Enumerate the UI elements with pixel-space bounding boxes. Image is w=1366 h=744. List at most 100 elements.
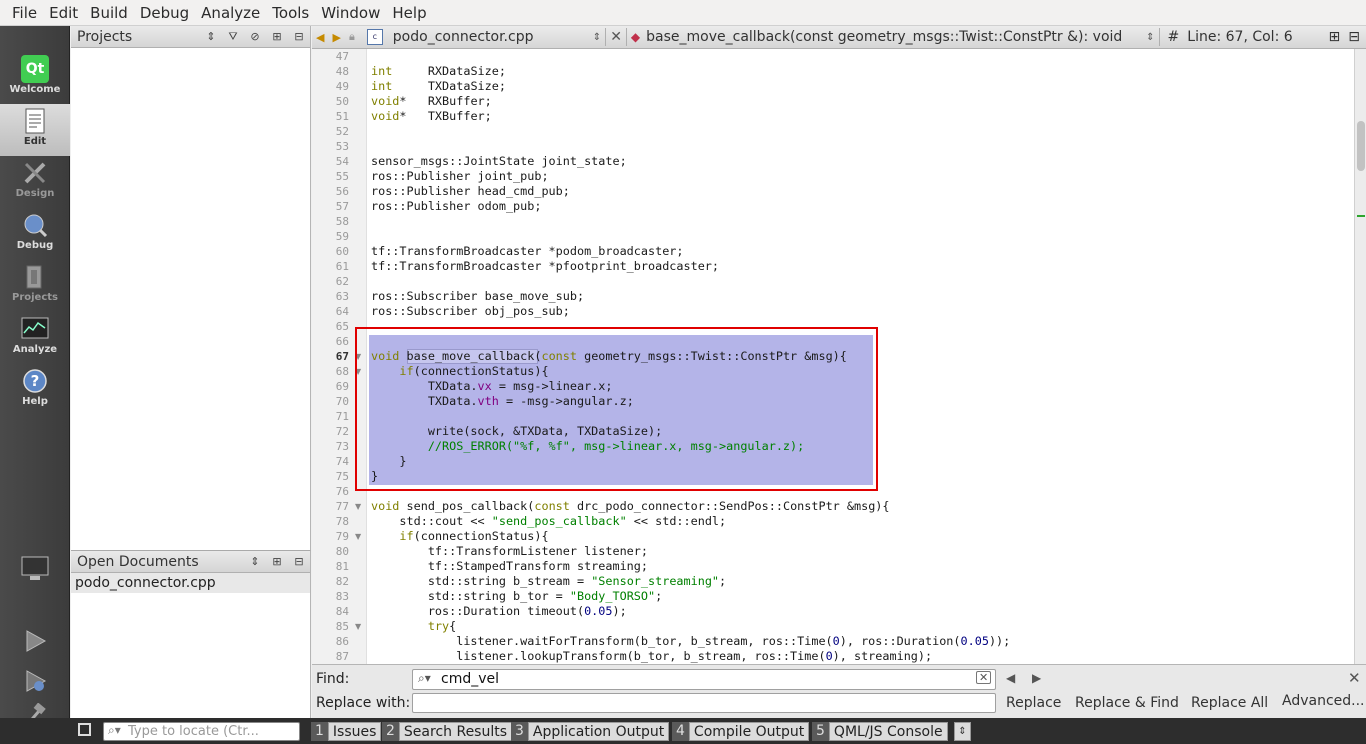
- close-find-icon[interactable]: ✕: [1348, 669, 1361, 687]
- line-number[interactable]: 79: [312, 529, 349, 544]
- menu-edit[interactable]: Edit: [43, 4, 84, 22]
- line-number[interactable]: 82: [312, 574, 349, 589]
- line-number[interactable]: 71: [312, 409, 349, 424]
- scrollbar-thumb[interactable]: [1357, 121, 1365, 171]
- line-number[interactable]: 52: [312, 124, 349, 139]
- line-number[interactable]: 60: [312, 244, 349, 259]
- link-icon[interactable]: ⊘: [244, 30, 266, 43]
- target-selector-icon[interactable]: [18, 554, 52, 584]
- filter-icon[interactable]: ⛛: [222, 30, 244, 44]
- code-line-81[interactable]: tf::StampedTransform streaming;: [371, 559, 648, 574]
- code-line-87[interactable]: listener.lookupTransform(b_tor, b_stream…: [371, 649, 932, 664]
- line-number[interactable]: 56: [312, 184, 349, 199]
- line-number[interactable]: 76: [312, 484, 349, 499]
- line-number[interactable]: 80: [312, 544, 349, 559]
- code-line-63[interactable]: ros::Subscriber base_move_sub;: [371, 289, 584, 304]
- code-line-77[interactable]: void send_pos_callback(const drc_podo_co…: [371, 499, 890, 514]
- menu-debug[interactable]: Debug: [134, 4, 195, 22]
- replace-button[interactable]: Replace: [1006, 695, 1061, 711]
- line-number[interactable]: 78: [312, 514, 349, 529]
- output-tab-search-results[interactable]: 2 Search Results: [382, 722, 513, 741]
- output-tab-application-output[interactable]: 3 Application Output: [511, 722, 670, 741]
- editor-scrollbar[interactable]: [1354, 49, 1366, 664]
- back-arrow-icon[interactable]: ◀: [312, 31, 328, 44]
- toggle-sidebar-icon[interactable]: [78, 723, 91, 736]
- cursor-position[interactable]: Line: 67, Col: 6: [1187, 29, 1292, 45]
- mode-projects[interactable]: Projects: [0, 260, 70, 312]
- menu-file[interactable]: File: [6, 4, 43, 22]
- code-line-85[interactable]: try{: [371, 619, 456, 634]
- advanced-button[interactable]: Advanced...: [1282, 693, 1365, 709]
- close-editor-icon[interactable]: ⊟: [1348, 29, 1360, 45]
- line-number[interactable]: 68: [312, 364, 349, 379]
- split-icon[interactable]: ⊞: [266, 30, 288, 43]
- line-number[interactable]: 58: [312, 214, 349, 229]
- line-number[interactable]: 54: [312, 154, 349, 169]
- code-line-86[interactable]: listener.waitForTransform(b_tor, b_strea…: [371, 634, 1010, 649]
- code-line-84[interactable]: ros::Duration timeout(0.05);: [371, 604, 627, 619]
- fold-marker-icon[interactable]: ▼: [355, 619, 361, 634]
- line-number[interactable]: 50: [312, 94, 349, 109]
- line-number[interactable]: 62: [312, 274, 349, 289]
- code-line-55[interactable]: ros::Publisher joint_pub;: [371, 169, 549, 184]
- file-selector[interactable]: podo_connector.cpp: [393, 29, 593, 45]
- line-number[interactable]: 63: [312, 289, 349, 304]
- mode-help[interactable]: ? Help: [0, 364, 70, 416]
- replace-input[interactable]: [412, 693, 996, 713]
- find-input[interactable]: cmd_vel: [412, 669, 996, 690]
- find-next-icon[interactable]: ▶: [1032, 671, 1041, 685]
- mode-edit[interactable]: Edit: [0, 104, 70, 156]
- mode-welcome[interactable]: Qt Welcome: [0, 52, 70, 104]
- find-previous-icon[interactable]: ◀: [1006, 671, 1015, 685]
- code-line-79[interactable]: if(connectionStatus){: [371, 529, 548, 544]
- fold-marker-icon[interactable]: ▼: [355, 529, 361, 544]
- line-number[interactable]: 57: [312, 199, 349, 214]
- file-dropdown-icon[interactable]: ⇕: [593, 32, 601, 43]
- line-number[interactable]: 47: [312, 49, 349, 64]
- fold-marker-icon[interactable]: ▼: [355, 499, 361, 514]
- code-line-50[interactable]: void* RXBuffer;: [371, 94, 492, 109]
- line-number[interactable]: 61: [312, 259, 349, 274]
- split-icon[interactable]: ⊞: [266, 555, 288, 568]
- code-line-80[interactable]: tf::TransformListener listener;: [371, 544, 648, 559]
- output-tab-qml-console[interactable]: 5 QML/JS Console: [812, 722, 948, 741]
- code-line-57[interactable]: ros::Publisher odom_pub;: [371, 199, 541, 214]
- replace-all-button[interactable]: Replace All: [1191, 695, 1268, 711]
- mode-debug[interactable]: Debug: [0, 208, 70, 260]
- line-number[interactable]: 83: [312, 589, 349, 604]
- line-number[interactable]: 74: [312, 454, 349, 469]
- line-number[interactable]: 72: [312, 424, 349, 439]
- line-number[interactable]: 84: [312, 604, 349, 619]
- code-line-82[interactable]: std::string b_stream = "Sensor_streaming…: [371, 574, 726, 589]
- line-number[interactable]: 73: [312, 439, 349, 454]
- projects-panel-title[interactable]: Projects: [77, 29, 200, 45]
- projects-dropdown-icon[interactable]: ⇕: [200, 30, 222, 43]
- split-editor-icon[interactable]: ⊞: [1329, 29, 1341, 45]
- line-number[interactable]: 86: [312, 634, 349, 649]
- code-line-61[interactable]: tf::TransformBroadcaster *pfootprint_bro…: [371, 259, 719, 274]
- code-line-48[interactable]: int RXDataSize;: [371, 64, 506, 79]
- code-editor[interactable]: 47 48 49 50 51 52 53 54 55 56 57 58 59 60 61 62 63 64 65 66…: [312, 49, 1354, 664]
- debug-run-icon[interactable]: [18, 666, 52, 696]
- output-tab-compile-output[interactable]: 4 Compile Output: [672, 722, 810, 741]
- line-number[interactable]: 66: [312, 334, 349, 349]
- line-number[interactable]: 70: [312, 394, 349, 409]
- line-number[interactable]: 77: [312, 499, 349, 514]
- run-icon[interactable]: [18, 626, 52, 656]
- line-number[interactable]: 49: [312, 79, 349, 94]
- close-panel-icon[interactable]: ⊟: [288, 555, 310, 568]
- mode-analyze[interactable]: Analyze: [0, 312, 70, 364]
- more-tabs-icon[interactable]: ⇕: [954, 722, 971, 741]
- mode-design[interactable]: Design: [0, 156, 70, 208]
- line-number[interactable]: 65: [312, 319, 349, 334]
- line-number[interactable]: 67: [312, 349, 349, 364]
- forward-arrow-icon[interactable]: ▶: [328, 31, 344, 44]
- line-number[interactable]: 53: [312, 139, 349, 154]
- output-tab-issues[interactable]: 1 Issues: [311, 722, 382, 741]
- open-document-item[interactable]: podo_connector.cpp: [71, 573, 310, 593]
- code-line-78[interactable]: std::cout << "send_pos_callback" << std:…: [371, 514, 726, 529]
- menu-window[interactable]: Window: [315, 4, 386, 22]
- line-number[interactable]: 81: [312, 559, 349, 574]
- clear-icon[interactable]: ✕: [976, 671, 992, 684]
- line-number[interactable]: 51: [312, 109, 349, 124]
